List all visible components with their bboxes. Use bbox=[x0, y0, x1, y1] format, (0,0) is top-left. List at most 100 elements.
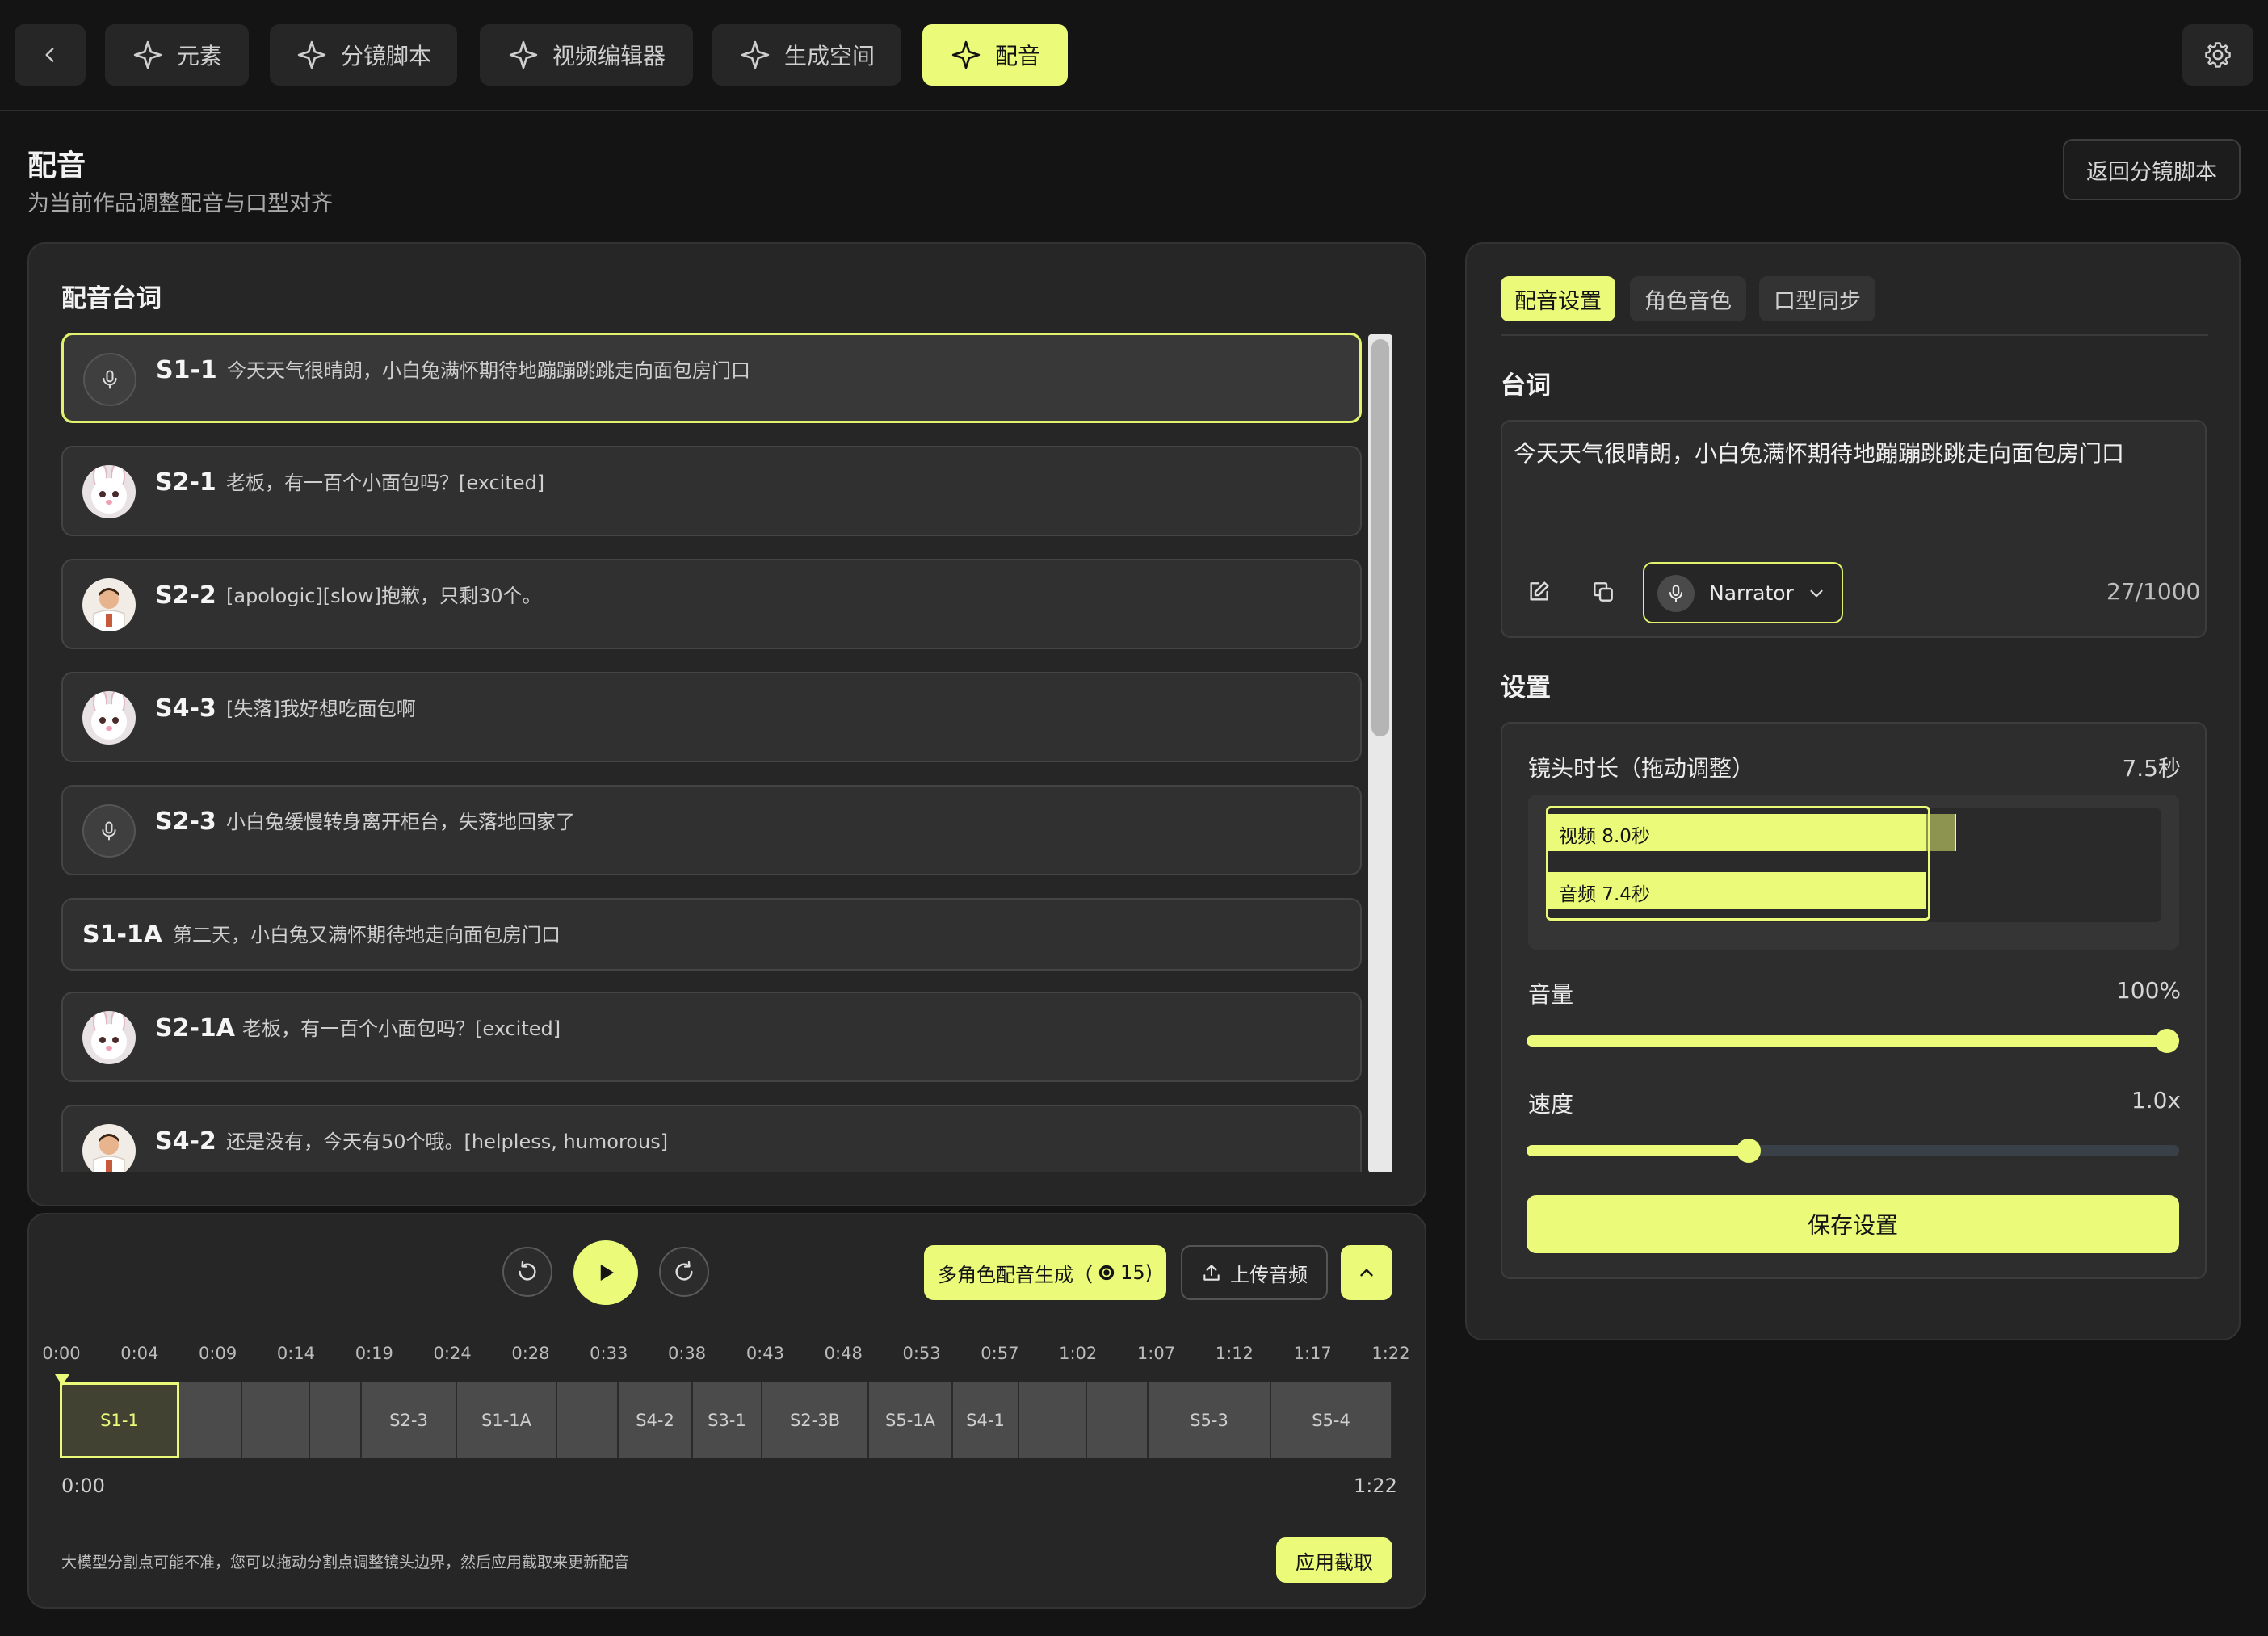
timeline-tick-label: 0:43 bbox=[746, 1344, 784, 1363]
voice-name: Narrator bbox=[1709, 581, 1794, 605]
scrollbar-thumb[interactable] bbox=[1371, 339, 1389, 736]
dialogue-item[interactable]: S1-1 今天天气很晴朗，小白兔满怀期待地蹦蹦跳跳走向面包房门口 bbox=[61, 333, 1362, 423]
timeline-tick-label: 0:33 bbox=[590, 1344, 628, 1363]
tab-lip-sync[interactable]: 口型同步 bbox=[1759, 276, 1875, 321]
settings-button[interactable] bbox=[2182, 24, 2253, 86]
timeline-tick-label: 0:19 bbox=[355, 1344, 393, 1363]
tab-dubbing-settings[interactable]: 配音设置 bbox=[1501, 276, 1615, 321]
nav-tab-elements[interactable]: 元素 bbox=[105, 24, 249, 86]
nav-tab-label: 生成空间 bbox=[783, 43, 875, 69]
dialogue-item[interactable]: S2-2 [apologic][slow]抱歉，只剩30个。 bbox=[61, 559, 1362, 649]
dialogue-id: S2-1 bbox=[155, 468, 216, 497]
script-text[interactable]: 今天天气很晴朗，小白兔满怀期待地蹦蹦跳跳走向面包房门口 bbox=[1514, 436, 2124, 468]
dialogue-item[interactable]: S4-3 [失落]我好想吃面包啊 bbox=[61, 672, 1362, 762]
segmentation-hint: 大模型分割点可能不准，您可以拖动分割点调整镜头边界，然后应用截取来更新配音 bbox=[61, 1554, 630, 1571]
dialogue-id: S1-1A bbox=[82, 921, 163, 949]
dialogue-item[interactable]: S4-2 还是没有，今天有50个哦。[helpless, humorous] bbox=[61, 1105, 1362, 1172]
volume-slider-fill bbox=[1527, 1035, 2179, 1047]
volume-slider-thumb[interactable] bbox=[2155, 1029, 2179, 1053]
timeline-segment[interactable]: S1-1A bbox=[457, 1382, 557, 1458]
timeline-tick-label: 0:57 bbox=[981, 1344, 1019, 1363]
copy-button[interactable] bbox=[1581, 570, 1625, 614]
duration-selection-frame[interactable] bbox=[1546, 806, 1930, 921]
timeline-tick-label: 0:38 bbox=[667, 1344, 707, 1363]
apply-trim-button[interactable]: 应用截取 bbox=[1276, 1537, 1392, 1583]
dialogue-id: S4-3 bbox=[155, 694, 216, 723]
timeline-end-time: 1:22 bbox=[1354, 1474, 1397, 1497]
timeline-tick-label: 0:48 bbox=[824, 1344, 863, 1363]
dialogue-id: S2-2 bbox=[155, 581, 216, 610]
timeline-segment[interactable] bbox=[557, 1382, 619, 1458]
tab-voice-timbre[interactable]: 角色音色 bbox=[1630, 276, 1746, 321]
nav-tab-label: 视频编辑器 bbox=[552, 43, 666, 69]
timeline-segment[interactable] bbox=[1087, 1382, 1149, 1458]
return-to-storyboard-button[interactable]: 返回分镜脚本 bbox=[2063, 139, 2241, 200]
dialogue-text: 今天天气很晴朗，小白兔满怀期待地蹦蹦跳跳走向面包房门口 bbox=[227, 359, 750, 382]
timeline-segment[interactable]: S3-1 bbox=[693, 1382, 762, 1458]
timeline-segment[interactable]: S5-1A bbox=[869, 1382, 953, 1458]
avatar bbox=[82, 465, 136, 518]
timeline-segment[interactable] bbox=[179, 1382, 242, 1458]
dialogue-id: S4-2 bbox=[155, 1127, 216, 1156]
upload-audio-label: 上传音频 bbox=[1230, 1263, 1308, 1286]
microphone-icon bbox=[98, 820, 120, 842]
nav-tab-label: 元素 bbox=[176, 43, 222, 69]
timeline-segment[interactable]: S2-3B bbox=[762, 1382, 869, 1458]
dialogue-id: S2-1A bbox=[155, 1014, 236, 1042]
timeline-tick-label: 0:24 bbox=[433, 1344, 472, 1363]
top-navigation: 元素 分镜脚本 视频编辑器 生成空间 配音 bbox=[0, 0, 2268, 111]
nav-tab-generation-space[interactable]: 生成空间 bbox=[712, 24, 901, 86]
page-title: 配音 bbox=[27, 149, 86, 182]
timeline-tick-label: 1:07 bbox=[1136, 1344, 1176, 1363]
nav-tab-label: 配音 bbox=[994, 43, 1040, 69]
playhead-marker[interactable] bbox=[55, 1374, 69, 1386]
multi-role-dubbing-button[interactable]: 多角色配音生成（ 15) bbox=[924, 1245, 1166, 1300]
sparkle-icon bbox=[950, 39, 982, 71]
speed-slider-thumb[interactable] bbox=[1736, 1139, 1761, 1163]
timeline-segment[interactable]: S4-1 bbox=[953, 1382, 1019, 1458]
save-settings-button[interactable]: 保存设置 bbox=[1527, 1195, 2179, 1253]
timeline-segment[interactable] bbox=[1019, 1382, 1087, 1458]
timeline-segment[interactable] bbox=[242, 1382, 310, 1458]
dialogue-item[interactable]: S1-1A 第二天，小白兔又满怀期待地走向面包房门口 bbox=[61, 898, 1362, 971]
dialogue-item[interactable]: S2-1 老板，有一百个小面包吗？[excited] bbox=[61, 446, 1362, 536]
timeline-segment[interactable]: S2-3 bbox=[362, 1382, 457, 1458]
page-subtitle: 为当前作品调整配音与口型对齐 bbox=[27, 191, 333, 216]
play-button[interactable] bbox=[573, 1240, 638, 1305]
timeline-tick-label: 0:04 bbox=[120, 1344, 159, 1363]
timeline-tick-label: 0:28 bbox=[511, 1344, 550, 1363]
chevron-left-icon bbox=[40, 44, 61, 65]
dialogue-text: 还是没有，今天有50个哦。[helpless, humorous] bbox=[226, 1131, 669, 1153]
dialogue-list: S1-1 今天天气很晴朗，小白兔满怀期待地蹦蹦跳跳走向面包房门口 S2-1 老板… bbox=[60, 333, 1365, 1172]
upload-audio-button[interactable]: 上传音频 bbox=[1181, 1245, 1328, 1300]
edit-button[interactable] bbox=[1517, 570, 1560, 614]
microphone-icon bbox=[99, 368, 121, 391]
voice-selector[interactable]: Narrator bbox=[1643, 562, 1843, 623]
dialogue-text: [apologic][slow]抱歉，只剩30个。 bbox=[226, 585, 542, 607]
tab-divider bbox=[1501, 334, 2208, 336]
gear-icon bbox=[2203, 40, 2233, 70]
voice-avatar bbox=[1657, 575, 1695, 612]
dialogue-scrollbar[interactable] bbox=[1368, 334, 1392, 1172]
rewind-button[interactable] bbox=[502, 1247, 552, 1297]
dialogue-item[interactable]: S2-3 小白兔缓慢转身离开柜台，失落地回家了 bbox=[61, 785, 1362, 875]
dialogue-item[interactable]: S2-1A 老板，有一百个小面包吗？[excited] bbox=[61, 992, 1362, 1082]
collapse-button[interactable] bbox=[1341, 1245, 1392, 1300]
avatar bbox=[82, 691, 136, 745]
dialogue-id: S1-1 bbox=[156, 356, 217, 384]
timeline-tick-label: 0:09 bbox=[199, 1344, 237, 1363]
credits-count: 15) bbox=[1120, 1261, 1153, 1284]
nav-tab-dubbing[interactable]: 配音 bbox=[922, 24, 1068, 86]
volume-value: 100% bbox=[2115, 977, 2181, 1004]
back-button[interactable] bbox=[15, 24, 86, 86]
nav-tab-storyboard[interactable]: 分镜脚本 bbox=[270, 24, 457, 86]
timeline-segment[interactable] bbox=[310, 1382, 362, 1458]
forward-button[interactable] bbox=[659, 1247, 709, 1297]
speed-value: 1.0x bbox=[2131, 1087, 2181, 1114]
timeline-segment-active[interactable]: S1-1 bbox=[60, 1382, 179, 1458]
timeline-segment[interactable]: S5-3 bbox=[1149, 1382, 1271, 1458]
timeline-segment[interactable]: S5-4 bbox=[1271, 1382, 1392, 1458]
nav-tab-video-editor[interactable]: 视频编辑器 bbox=[480, 24, 693, 86]
timeline-segment[interactable]: S4-2 bbox=[619, 1382, 693, 1458]
coin-icon bbox=[1098, 1264, 1115, 1282]
